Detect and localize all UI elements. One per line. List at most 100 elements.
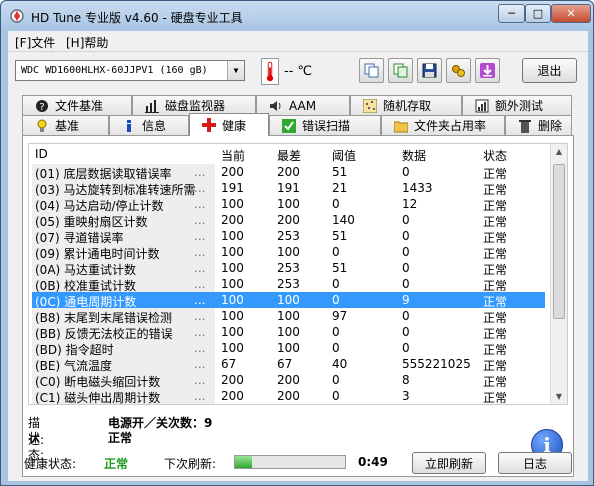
cell-data: 1433	[402, 181, 433, 195]
health-cross-icon	[202, 118, 216, 132]
log-button[interactable]: 日志	[498, 452, 572, 474]
cell-threshold: 140	[332, 213, 355, 227]
cell-current: 100	[221, 325, 244, 339]
close-button[interactable]: ✕	[551, 4, 591, 23]
tab-random-access[interactable]: 随机存取	[350, 95, 462, 115]
cell-data: 0	[402, 245, 410, 259]
tab-benchmark[interactable]: 基准	[22, 115, 109, 135]
column-header-worst[interactable]: 最差	[277, 147, 301, 164]
file-benchmark-icon: ?	[36, 99, 48, 113]
download-button[interactable]	[475, 58, 500, 83]
table-row[interactable]: (BB) 反馈无法校正的错误... 100 100 0 0 正常	[29, 324, 567, 341]
app-window: HD Tune 专业版 v4.60 - 硬盘专业工具 ─ □ ✕ [F]文件 […	[0, 0, 594, 486]
copy-all-button[interactable]	[388, 58, 413, 83]
copy-button[interactable]	[359, 58, 384, 83]
truncation-dots: ...	[194, 325, 206, 339]
smart-table[interactable]: ID 当前 最差 阈值 数据 状态 (01) 底层数据读取错误率... 200 20…	[28, 143, 568, 405]
tab-label: 健康	[222, 118, 247, 133]
cell-worst: 200	[277, 165, 300, 179]
health-status-label: 健康状态:	[24, 457, 77, 471]
tab-row-bottom: 基准 信息 健康 错误扫描 文件夹占用率 删除	[22, 113, 574, 136]
column-header-threshold[interactable]: 阈值	[332, 147, 356, 164]
tab-disk-monitor[interactable]: 磁盘监视器	[132, 95, 256, 115]
scroll-up-icon[interactable]: ▲	[554, 147, 564, 156]
table-row[interactable]: (04) 马达启动/停止计数... 100 100 0 12 正常	[29, 196, 567, 213]
truncation-dots: ...	[194, 341, 206, 355]
table-row[interactable]: (01) 底层数据读取错误率... 200 200 51 0 正常	[29, 164, 567, 181]
table-row[interactable]: (C1) 磁头伸出周期计数... 200 200 0 3 正常	[29, 388, 567, 405]
tab-row-top: ? 文件基准 磁盘监视器 AAM 随机存取 额外测试	[22, 95, 574, 115]
menu-file[interactable]: [F]文件	[15, 34, 55, 51]
truncation-dots: ...	[194, 245, 206, 259]
truncation-dots: ...	[194, 197, 206, 211]
table-row[interactable]: (09) 累计通电时间计数... 100 100 0 0 正常	[29, 244, 567, 261]
table-row[interactable]: (BE) 气流温度... 67 67 40 555221025 正常	[29, 356, 567, 373]
truncation-dots: ...	[194, 261, 206, 275]
chevron-down-icon[interactable]: ▼	[227, 61, 244, 80]
cell-current: 100	[221, 261, 244, 275]
cell-current: 100	[221, 309, 244, 323]
minimize-button[interactable]: ─	[498, 4, 525, 23]
menu-help[interactable]: [H]帮助	[66, 34, 108, 51]
scrollbar-thumb[interactable]	[553, 164, 565, 319]
cell-status: 正常	[483, 391, 508, 405]
tab-extra-tests[interactable]: 额外测试	[462, 95, 572, 115]
random-access-icon	[363, 98, 377, 113]
table-row[interactable]: (BD) 指令超时... 100 100 0 0 正常	[29, 340, 567, 357]
cell-current: 200	[221, 165, 244, 179]
cell-threshold: 21	[332, 181, 348, 195]
column-header-status[interactable]: 状态	[483, 147, 507, 164]
drive-select[interactable]: WDC WD1600HLHX-60JJPV1 (160 gB) ▼	[15, 60, 245, 81]
health-status-value: 正常	[104, 457, 129, 471]
truncation-dots: ...	[194, 213, 206, 227]
table-row[interactable]: (C0) 断电磁头缩回计数... 200 200 0 8 正常	[29, 372, 567, 389]
column-header-data[interactable]: 数据	[402, 147, 426, 164]
cell-threshold: 0	[332, 325, 340, 339]
tab-erase[interactable]: 删除	[505, 115, 572, 135]
toolbar: WDC WD1600HLHX-60JJPV1 (160 gB) ▼ -- ℃ 退…	[8, 51, 588, 91]
client-area: [F]文件 [H]帮助 WDC WD1600HLHX-60JJPV1 (160 …	[8, 31, 588, 481]
scroll-down-icon[interactable]: ▼	[554, 392, 564, 401]
tab-label: 随机存取	[383, 99, 432, 113]
temperature-readout: -- ℃	[284, 64, 313, 79]
cell-data: 0	[402, 277, 410, 291]
column-header-id[interactable]: ID	[35, 147, 48, 161]
truncation-dots: ...	[194, 229, 206, 243]
table-row[interactable]: (07) 寻道错误率... 100 253 51 0 正常	[29, 228, 567, 245]
tab-folder-usage[interactable]: 文件夹占用率	[381, 115, 505, 135]
table-row[interactable]: (0A) 马达重试计数... 100 253 51 0 正常	[29, 260, 567, 277]
cell-current: 200	[221, 213, 244, 227]
truncation-dots: ...	[194, 389, 206, 403]
tab-file-benchmark[interactable]: ? 文件基准	[22, 95, 132, 115]
save-button[interactable]	[417, 58, 442, 83]
info-small-icon	[127, 119, 131, 132]
disk-monitor-icon	[145, 99, 159, 113]
cell-data: 12	[402, 197, 418, 211]
exit-button[interactable]: 退出	[522, 58, 577, 83]
vertical-scrollbar[interactable]: ▲ ▼	[550, 144, 567, 404]
cell-data: 0	[402, 341, 410, 355]
maximize-button[interactable]: □	[525, 4, 551, 23]
title-bar[interactable]: HD Tune 专业版 v4.60 - 硬盘专业工具 ─ □ ✕	[1, 1, 593, 31]
tab-info[interactable]: 信息	[109, 115, 189, 135]
cell-data: 9	[402, 293, 410, 307]
table-row[interactable]: (B8) 末尾到末尾错误检测... 100 100 97 0 正常	[29, 308, 567, 325]
options-button[interactable]	[446, 58, 471, 83]
table-row[interactable]: (0C) 通电周期计数... 100 100 0 9 正常	[29, 292, 567, 309]
download-icon	[480, 63, 495, 78]
table-row[interactable]: (0B) 校准重试计数... 100 253 0 0 正常	[29, 276, 567, 293]
truncation-dots: ...	[194, 309, 206, 323]
table-row[interactable]: (05) 重映射扇区计数... 200 200 140 0 正常	[29, 212, 567, 229]
cell-worst: 200	[277, 213, 300, 227]
refresh-now-button[interactable]: 立即刷新	[412, 452, 486, 474]
cell-threshold: 0	[332, 277, 340, 291]
table-row[interactable]: (03) 马达旋转到标准转速所需... 191 191 21 1433 正常	[29, 180, 567, 197]
tab-error-scan[interactable]: 错误扫描	[269, 115, 381, 135]
cell-worst: 191	[277, 181, 300, 195]
tab-health[interactable]: 健康	[189, 113, 269, 136]
cell-current: 200	[221, 389, 244, 403]
cell-worst: 100	[277, 293, 300, 307]
tab-aam[interactable]: AAM	[256, 95, 350, 115]
cell-threshold: 51	[332, 261, 348, 275]
column-header-current[interactable]: 当前	[221, 147, 245, 164]
